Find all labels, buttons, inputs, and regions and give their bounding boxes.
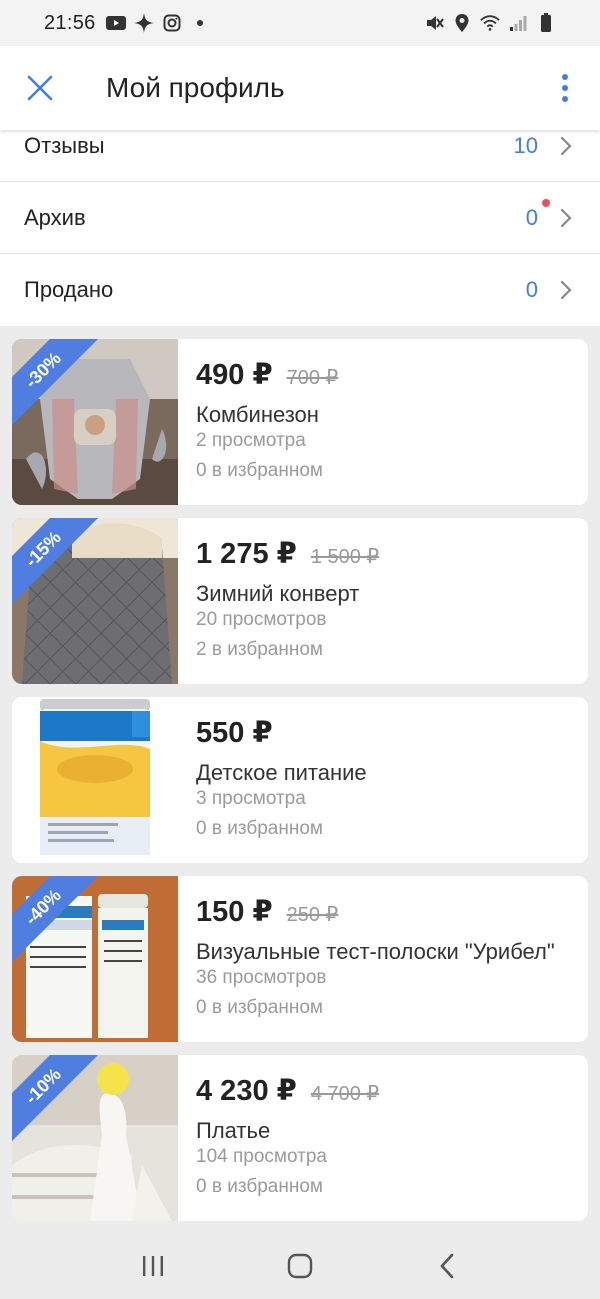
listing-price: 1 275 ₽ xyxy=(196,538,297,570)
listing-old-price: 250 ₽ xyxy=(286,904,339,926)
chevron-right-icon xyxy=(560,136,576,156)
row-label: Продано xyxy=(24,277,114,302)
listing-favorites: 0 в избранном xyxy=(196,460,323,481)
listing-views: 36 просмотров xyxy=(196,967,327,988)
status-time: 21:56 xyxy=(44,11,96,34)
row-count: 0 xyxy=(525,204,538,230)
recent-apps-icon xyxy=(143,1256,164,1276)
more-vertical-icon xyxy=(562,74,568,102)
row-label: Архив xyxy=(24,204,86,230)
listing-card[interactable]: -15% 1 275 ₽ 1 500 ₽ Зимний конверт 20 п… xyxy=(12,518,588,684)
listing-views: 3 просмотра xyxy=(196,788,306,809)
listing-photo: -15% xyxy=(12,518,178,684)
listing-old-price: 1 500 ₽ xyxy=(310,546,380,568)
listing-price: 4 230 ₽ xyxy=(196,1075,297,1107)
listing-card[interactable]: -10% 4 230 ₽ 4 700 ₽ Платье 104 просмотр… xyxy=(12,1055,588,1221)
chevron-right-icon xyxy=(560,280,576,300)
back-button[interactable] xyxy=(417,1241,477,1291)
page-title: Мой профиль xyxy=(106,72,285,103)
listing-old-price: 700 ₽ xyxy=(286,367,339,389)
listing-photo: -40% xyxy=(12,876,178,1042)
notification-dot xyxy=(542,198,550,207)
close-button[interactable] xyxy=(0,46,80,130)
row-sold[interactable]: Продано 0 xyxy=(0,254,600,326)
recent-apps-button[interactable] xyxy=(123,1241,183,1291)
listing-price: 150 ₽ xyxy=(196,896,273,928)
discount-badge: -30% xyxy=(12,339,101,428)
listing-photo: -10% xyxy=(12,1055,178,1221)
battery-icon xyxy=(536,13,556,33)
listing-title: Комбинезон xyxy=(196,402,319,427)
listing-title: Зимний конверт xyxy=(196,581,360,606)
status-bar: 21:56 xyxy=(0,0,600,46)
listing-card[interactable]: -40% 150 ₽ 250 ₽ Визуальные тест-полоски… xyxy=(12,876,588,1042)
listing-favorites: 0 в избранном xyxy=(196,997,323,1018)
wifi-icon xyxy=(480,13,500,33)
youtube-icon xyxy=(105,13,126,33)
listing-card[interactable]: -30% 490 ₽ 700 ₽ Комбинезон 2 просмотра … xyxy=(12,339,588,505)
app-bar: Мой профиль xyxy=(0,46,600,130)
listing-card[interactable]: 550 ₽ Детское питание 3 просмотра 0 в из… xyxy=(12,697,588,863)
sparkle-icon xyxy=(133,13,154,33)
listing-price: 490 ₽ xyxy=(196,359,273,391)
discount-badge: -15% xyxy=(12,518,101,607)
listing-title: Платье xyxy=(196,1118,271,1143)
discount-badge: -40% xyxy=(12,876,101,965)
home-icon xyxy=(287,1253,313,1279)
system-nav-bar xyxy=(0,1233,600,1299)
row-label: Отзывы xyxy=(24,132,105,158)
listing-title: Детское питание xyxy=(196,760,367,785)
close-icon xyxy=(27,75,53,101)
listing-old-price: 4 700 ₽ xyxy=(310,1083,380,1105)
profile-rows: Отзывы 10 Архив 0 Продано 0 xyxy=(0,110,600,326)
more-notifications-icon xyxy=(190,13,210,33)
listing-favorites: 0 в избранном xyxy=(196,1176,323,1197)
signal-icon xyxy=(508,13,528,33)
listing-price: 550 ₽ xyxy=(196,717,273,749)
listing-photo xyxy=(12,697,178,863)
mute-icon xyxy=(424,13,444,33)
listing-title: Визуальные тест-полоски "Урибел" xyxy=(196,939,555,964)
listing-views: 2 просмотра xyxy=(196,430,306,451)
listings: -30% 490 ₽ 700 ₽ Комбинезон 2 просмотра … xyxy=(12,339,588,1234)
home-button[interactable] xyxy=(270,1241,330,1291)
listing-photo: -30% xyxy=(12,339,178,505)
listing-favorites: 2 в избранном xyxy=(196,639,323,660)
more-options-button[interactable] xyxy=(530,46,600,130)
chevron-right-icon xyxy=(560,208,576,228)
row-archive[interactable]: Архив 0 xyxy=(0,182,600,254)
listing-favorites: 0 в избранном xyxy=(196,818,323,839)
row-count: 10 xyxy=(513,132,538,158)
location-icon xyxy=(452,13,472,33)
row-count: 0 xyxy=(525,277,538,302)
instagram-icon xyxy=(162,13,182,33)
listing-views: 104 просмотра xyxy=(196,1146,327,1167)
back-icon xyxy=(439,1253,453,1279)
listing-views: 20 просмотров xyxy=(196,609,327,630)
discount-badge: -10% xyxy=(12,1055,101,1144)
